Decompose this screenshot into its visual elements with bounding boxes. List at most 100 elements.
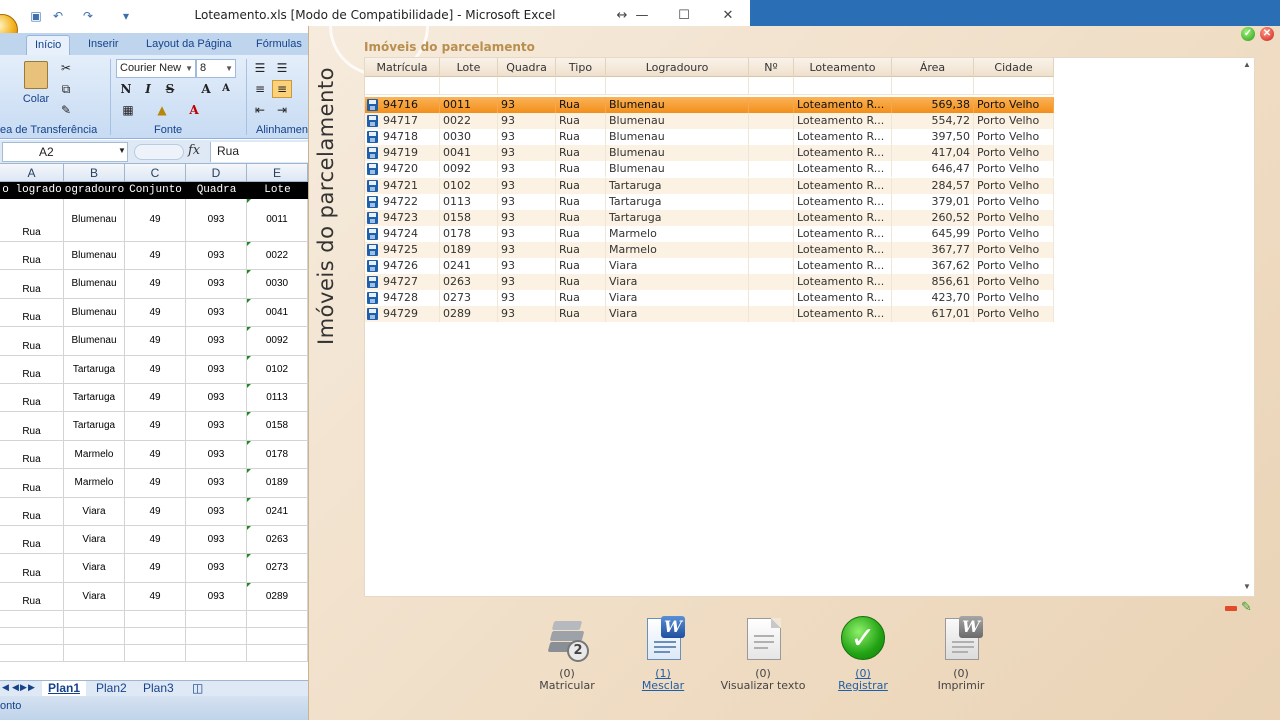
worksheet-cell[interactable]: 0189: [247, 469, 308, 497]
grid-row[interactable]: 94726 0241 93 Rua Viara Loteamento R... 367,62…: [365, 258, 1054, 274]
column-header[interactable]: B: [64, 164, 125, 182]
paste-button[interactable]: Colar: [18, 59, 54, 109]
worksheet-grid[interactable]: ABCDE o logrado ogradouro Conjunto Quadra Lo…: [0, 164, 308, 680]
worksheet-cell[interactable]: Viara: [64, 526, 125, 554]
column-header[interactable]: D: [186, 164, 247, 182]
worksheet-cell[interactable]: 093: [186, 497, 247, 525]
save-disk-icon[interactable]: [367, 227, 378, 240]
close-icon[interactable]: ✕: [1260, 27, 1274, 41]
worksheet-cell[interactable]: 093: [186, 412, 247, 440]
worksheet-cell[interactable]: [247, 628, 308, 645]
filter-cell[interactable]: [440, 77, 498, 95]
visualizar-texto-button[interactable]: (0) Visualizar texto: [713, 616, 813, 692]
sheet-tab-plan3[interactable]: Plan3: [137, 681, 180, 696]
worksheet-cell[interactable]: 093: [186, 242, 247, 270]
save-disk-icon[interactable]: [367, 99, 378, 111]
grid-row[interactable]: 94723 0158 93 Rua Tartaruga Loteamento R... 26…: [365, 209, 1054, 226]
worksheet-cell[interactable]: 49: [125, 199, 186, 241]
maximize-button[interactable]: ☐: [672, 5, 696, 27]
last-sheet-icon[interactable]: ▶: [28, 682, 35, 693]
worksheet-cell[interactable]: Rua: [0, 582, 64, 611]
align-center-icon[interactable]: ≡: [272, 80, 292, 98]
worksheet-cell[interactable]: Rua: [0, 270, 64, 298]
worksheet-cell[interactable]: Rua: [0, 440, 64, 469]
increase-indent-icon[interactable]: ⇥: [272, 101, 292, 119]
header-cell[interactable]: Quadra: [186, 182, 247, 199]
worksheet-cell[interactable]: 49: [125, 554, 186, 582]
tab-inserir[interactable]: Inserir: [80, 35, 127, 55]
confirm-icon[interactable]: ✓: [1241, 27, 1255, 41]
mesclar-button[interactable]: W (1) Mesclar: [613, 616, 713, 692]
prev-sheet-icon[interactable]: ◀: [12, 682, 19, 693]
header-cell[interactable]: Lote: [247, 182, 308, 199]
worksheet-cell[interactable]: 093: [186, 270, 247, 298]
worksheet-cell[interactable]: 49: [125, 469, 186, 497]
worksheet-cell[interactable]: [186, 628, 247, 645]
worksheet-cell[interactable]: 49: [125, 582, 186, 611]
column-header[interactable]: C: [125, 164, 186, 182]
worksheet-cell[interactable]: 0022: [247, 242, 308, 270]
worksheet-cell[interactable]: [186, 645, 247, 662]
worksheet-cell[interactable]: Viara: [64, 582, 125, 611]
header-cell[interactable]: ogradouro: [64, 182, 125, 199]
worksheet-cell[interactable]: 49: [125, 327, 186, 355]
worksheet-cell[interactable]: 093: [186, 355, 247, 383]
filter-cell[interactable]: [892, 77, 974, 95]
sheet-tab-plan2[interactable]: Plan2: [90, 681, 133, 696]
save-disk-icon[interactable]: [367, 115, 378, 128]
worksheet-cell[interactable]: 0041: [247, 298, 308, 327]
column-header[interactable]: A: [0, 164, 64, 182]
grid-row[interactable]: 94716 0011 93 Rua Blumenau Loteamento R... 569…: [365, 97, 1054, 113]
grid-row[interactable]: 94721 0102 93 Rua Tartaruga Loteamento R... 28…: [365, 177, 1054, 194]
save-disk-icon[interactable]: [367, 276, 378, 289]
align-left-icon[interactable]: ≡: [250, 80, 270, 98]
filter-cell[interactable]: [556, 77, 606, 95]
worksheet-cell[interactable]: [125, 611, 186, 628]
worksheet-cell[interactable]: Rua: [0, 554, 64, 582]
worksheet-cell[interactable]: 0158: [247, 412, 308, 440]
worksheet-cell[interactable]: 49: [125, 298, 186, 327]
grid-row[interactable]: 94727 0263 93 Rua Viara Loteamento R... 856,61…: [365, 274, 1054, 291]
imprimir-button[interactable]: W (0) Imprimir: [911, 616, 1011, 692]
worksheet-cell[interactable]: 093: [186, 298, 247, 327]
font-color-icon[interactable]: A: [184, 101, 204, 119]
insert-sheet-icon[interactable]: ◫: [186, 681, 209, 696]
grid-row[interactable]: 94728 0273 93 Rua Viara Loteamento R... 423,70…: [365, 290, 1054, 307]
shrink-font-button[interactable]: A: [216, 80, 236, 98]
chevron-down-icon[interactable]: ▼: [118, 146, 126, 155]
worksheet-cell[interactable]: 093: [186, 327, 247, 355]
save-disk-icon[interactable]: [367, 243, 378, 256]
worksheet-cell[interactable]: Tartaruga: [64, 355, 125, 383]
worksheet-cell[interactable]: Rua: [0, 199, 64, 241]
worksheet-cell[interactable]: Rua: [0, 469, 64, 497]
sheet-tab-plan1[interactable]: Plan1: [42, 681, 87, 696]
grid-row[interactable]: 94718 0030 93 Rua Blumenau Loteamento R... 397…: [365, 129, 1054, 146]
worksheet-cell[interactable]: 093: [186, 384, 247, 412]
grid-row[interactable]: 94717 0022 93 Rua Blumenau Loteamento R... 554…: [365, 113, 1054, 130]
next-sheet-icon[interactable]: ▶: [20, 682, 27, 693]
worksheet-cell[interactable]: [125, 628, 186, 645]
worksheet-cell[interactable]: [0, 628, 64, 645]
save-disk-icon[interactable]: [367, 179, 378, 192]
worksheet-cell[interactable]: Blumenau: [64, 327, 125, 355]
worksheet-cell[interactable]: 0241: [247, 497, 308, 525]
worksheet-cell[interactable]: 093: [186, 199, 247, 241]
worksheet-cell[interactable]: Rua: [0, 242, 64, 270]
worksheet-cell[interactable]: 0178: [247, 440, 308, 469]
save-disk-icon[interactable]: [367, 260, 378, 272]
worksheet-cell[interactable]: 093: [186, 440, 247, 469]
worksheet-cell[interactable]: Rua: [0, 355, 64, 383]
worksheet-cell[interactable]: 0102: [247, 355, 308, 383]
column-header-numero[interactable]: Nº: [749, 58, 794, 77]
save-disk-icon[interactable]: [367, 195, 378, 208]
align-top-icon[interactable]: ☰: [250, 59, 270, 77]
font-size-combo[interactable]: 8 ▼: [196, 59, 236, 78]
remove-icon[interactable]: [1225, 606, 1237, 611]
save-disk-icon[interactable]: [367, 292, 378, 305]
filter-cell[interactable]: [974, 77, 1054, 95]
fill-color-icon[interactable]: ▲: [152, 101, 172, 119]
save-disk-icon[interactable]: [367, 211, 378, 224]
worksheet-cell[interactable]: 093: [186, 526, 247, 554]
filter-cell[interactable]: [498, 77, 556, 95]
column-header-loteamento[interactable]: Loteamento: [794, 58, 892, 77]
